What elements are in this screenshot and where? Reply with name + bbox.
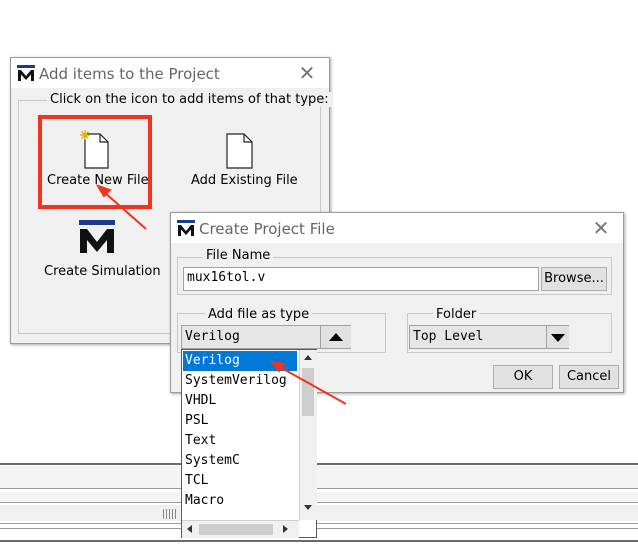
annotation-arrow [103, 191, 147, 230]
annotation-arrows [95, 184, 347, 405]
annotation-arrowhead [269, 360, 286, 373]
annotation-arrow [277, 365, 347, 405]
